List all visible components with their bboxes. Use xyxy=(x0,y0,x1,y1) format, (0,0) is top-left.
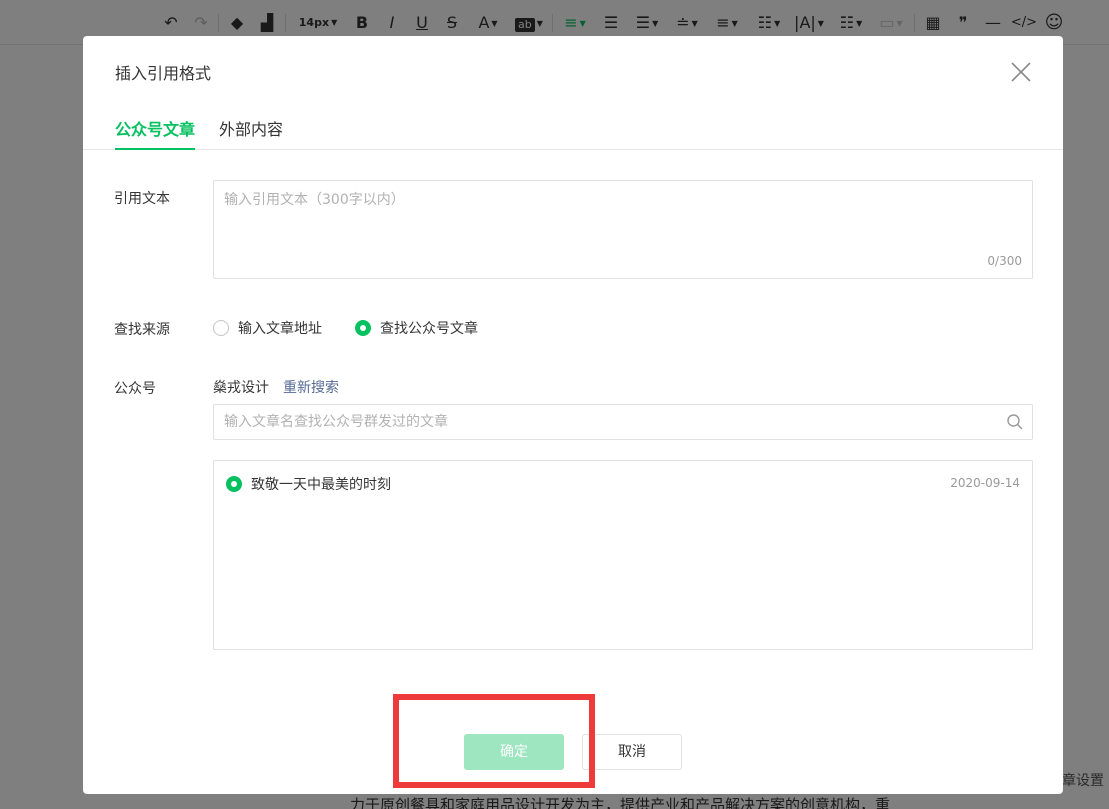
article-results-list: 致敬一天中最美的时刻 2020-09-14 xyxy=(213,460,1033,650)
close-icon[interactable] xyxy=(1007,58,1035,86)
dialog-tabs: 公众号文章 外部内容 xyxy=(83,116,1063,150)
quote-text-label: 引用文本 xyxy=(114,191,170,207)
highlight-box xyxy=(393,694,595,788)
account-label: 公众号 xyxy=(114,381,156,397)
radio-unchecked-icon xyxy=(213,320,229,336)
insert-quote-dialog: 插入引用格式 公众号文章 外部内容 引用文本 0/300 查找来源 输入文章地址… xyxy=(83,36,1063,794)
article-date: 2020-09-14 xyxy=(950,476,1020,490)
source-option-url[interactable]: 输入文章地址 xyxy=(213,318,322,338)
quote-text-field: 0/300 xyxy=(213,180,1033,279)
tab-external-content[interactable]: 外部内容 xyxy=(219,116,283,150)
list-item[interactable]: 致敬一天中最美的时刻 2020-09-14 xyxy=(214,473,1032,497)
radio-checked-icon xyxy=(226,476,242,492)
article-search-input[interactable] xyxy=(214,405,994,439)
radio-checked-icon xyxy=(355,320,371,336)
search-icon[interactable] xyxy=(1006,413,1024,431)
source-option-search-label: 查找公众号文章 xyxy=(380,321,478,337)
source-option-search[interactable]: 查找公众号文章 xyxy=(355,318,478,338)
article-title: 致敬一天中最美的时刻 xyxy=(251,477,391,493)
article-search-field xyxy=(213,404,1033,440)
source-option-url-label: 输入文章地址 xyxy=(238,321,322,337)
dialog-title: 插入引用格式 xyxy=(115,64,212,83)
cancel-button[interactable]: 取消 xyxy=(582,734,682,770)
tab-official-account-article[interactable]: 公众号文章 xyxy=(115,116,196,150)
quote-text-input[interactable] xyxy=(214,181,1032,278)
quote-char-counter: 0/300 xyxy=(987,254,1022,268)
account-name: 燊戎设计 xyxy=(213,380,269,396)
research-link[interactable]: 重新搜索 xyxy=(283,377,339,397)
source-label: 查找来源 xyxy=(114,322,170,338)
